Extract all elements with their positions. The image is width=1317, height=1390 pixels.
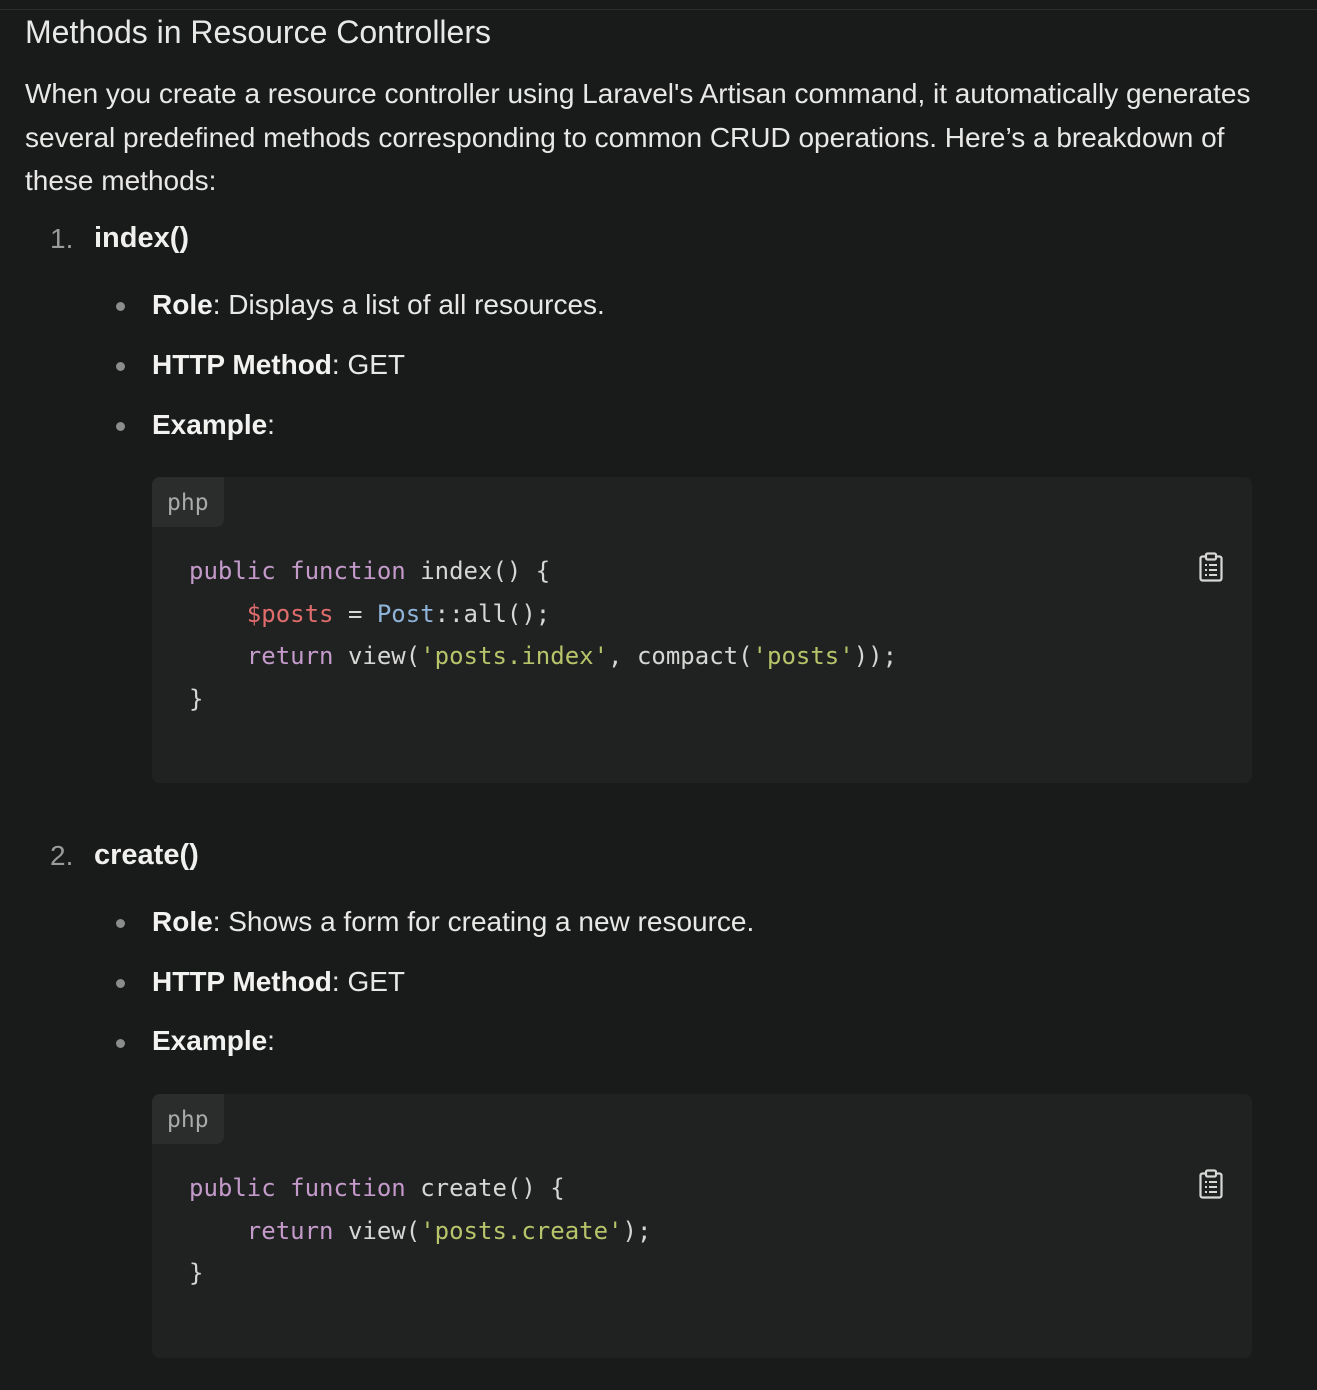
example-text: : xyxy=(267,1025,275,1056)
role-label: Role xyxy=(152,906,213,937)
code-language-label: php xyxy=(152,477,224,527)
example-text: : xyxy=(267,409,275,440)
example-item: Example: xyxy=(152,1023,275,1059)
bullet-icon xyxy=(116,302,125,311)
bullet-icon xyxy=(116,1039,125,1048)
intro-paragraph: When you create a resource controller us… xyxy=(25,78,1251,196)
clipboard-icon[interactable] xyxy=(1198,552,1224,582)
code-content: public function index() { $posts = Post:… xyxy=(189,550,897,720)
top-divider xyxy=(0,9,1317,10)
role-text: : Displays a list of all resources. xyxy=(212,289,605,320)
method-name: index() xyxy=(94,222,190,254)
code-line: public function create() { xyxy=(189,1174,565,1202)
http-text: : GET xyxy=(331,349,406,380)
role-item: Role: Shows a form for creating a new re… xyxy=(152,904,754,940)
code-line: public function index() { xyxy=(189,557,551,585)
role-label: Role xyxy=(152,289,213,320)
http-label: HTTP Method xyxy=(152,349,332,380)
code-content: public function create() { return view('… xyxy=(189,1167,651,1295)
http-label: HTTP Method xyxy=(152,966,332,997)
code-language-label: php xyxy=(152,1094,224,1144)
example-item: Example: xyxy=(152,407,275,443)
code-block: php public function index() { $posts = P… xyxy=(152,477,1252,783)
example-label: Example xyxy=(152,409,268,440)
list-number: 1. xyxy=(50,223,74,254)
http-method-item: HTTP Method: GET xyxy=(152,964,405,1000)
bullet-icon xyxy=(116,422,125,431)
code-block: php public function create() { return vi… xyxy=(152,1094,1252,1358)
code-line: $posts = Post::all(); xyxy=(246,599,551,628)
method-name: create() xyxy=(94,839,199,871)
bullet-icon xyxy=(116,919,125,928)
page-title: Methods in Resource Controllers xyxy=(25,14,491,50)
role-text: : Shows a form for creating a new resour… xyxy=(212,906,755,937)
example-label: Example xyxy=(152,1025,268,1056)
bullet-icon xyxy=(116,979,125,988)
http-method-item: HTTP Method: GET xyxy=(152,347,405,383)
code-line: return view('posts.index', compact('post… xyxy=(246,642,898,670)
clipboard-icon[interactable] xyxy=(1198,1169,1224,1199)
http-text: : GET xyxy=(331,966,406,997)
list-number: 2. xyxy=(50,840,74,871)
role-item: Role: Displays a list of all resources. xyxy=(152,287,605,323)
code-line: return view('posts.create'); xyxy=(246,1216,652,1245)
code-line: } xyxy=(189,684,204,713)
bullet-icon xyxy=(116,362,125,371)
code-line: } xyxy=(189,1259,204,1287)
